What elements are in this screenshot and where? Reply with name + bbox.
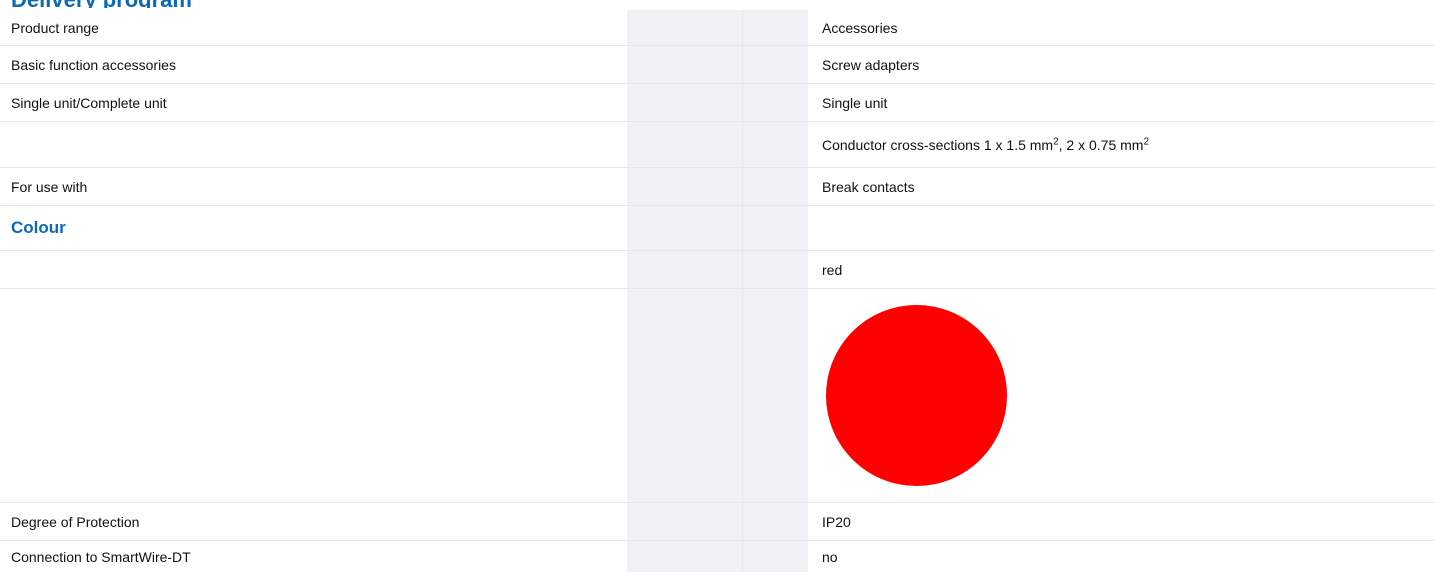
table-row-basic-function: Basic function accessories Screw adapter… (0, 46, 1435, 84)
gray-column (627, 10, 742, 45)
gray-column (742, 84, 808, 121)
table-row-colour-swatch (0, 289, 1435, 503)
row-value: Accessories (822, 19, 898, 36)
section-title-delivery-program: Delivery program (11, 0, 192, 8)
row-value: Screw adapters (822, 56, 920, 73)
gray-column (742, 251, 808, 288)
row-label: Connection to SmartWire-DT (11, 548, 191, 565)
gray-column (742, 122, 808, 167)
gray-column (742, 503, 808, 540)
row-value: Single unit (822, 94, 888, 111)
table-row-colour-name: red (0, 251, 1435, 289)
gray-column (742, 289, 808, 502)
row-label: For use with (11, 178, 88, 195)
row-value-conductor-cross-sections: Conductor cross-sections 1 x 1.5 mm 2, 2 … (808, 136, 1435, 154)
row-value: no (822, 548, 838, 565)
table-row-degree-of-protection: Degree of Protection IP20 (0, 503, 1435, 541)
colour-swatch-cell (808, 305, 1435, 486)
superscript: 2 (1143, 135, 1150, 147)
table-row-product-range: Product range Accessories (0, 10, 1435, 46)
section-header-colour: Colour (0, 206, 1435, 251)
gray-column (627, 46, 742, 83)
gray-column (742, 10, 808, 45)
colour-section-title: Colour (11, 218, 66, 237)
row-label: Single unit/Complete unit (11, 94, 167, 111)
gray-column (627, 84, 742, 121)
gray-column (627, 289, 742, 502)
table-row-for-use-with: For use with Break contacts (0, 168, 1435, 206)
product-spec-page: Delivery program Product range Accessori… (0, 0, 1435, 576)
gray-column (742, 46, 808, 83)
table-row-smartwire-connection: Connection to SmartWire-DT no (0, 541, 1435, 572)
value-text: Conductor cross-sections 1 x 1.5 mm (822, 136, 1054, 153)
gray-column (627, 122, 742, 167)
table-row-single-complete-unit: Single unit/Complete unit Single unit (0, 84, 1435, 122)
gray-column (742, 168, 808, 205)
gray-column (627, 503, 742, 540)
table-row-conductor-cross-sections: Conductor cross-sections 1 x 1.5 mm 2, 2 … (0, 122, 1435, 168)
row-value: Break contacts (822, 178, 915, 195)
colour-value: red (822, 261, 843, 278)
gray-column (742, 206, 808, 250)
row-label: Basic function accessories (11, 56, 176, 73)
gray-column (627, 168, 742, 205)
row-value: IP20 (822, 513, 851, 530)
row-label: Product range (11, 19, 99, 36)
gray-column (627, 206, 742, 250)
colour-swatch-circle (826, 305, 1007, 486)
row-label: Degree of Protection (11, 513, 140, 530)
value-text: , 2 x 0.75 mm (1058, 136, 1144, 153)
swatch-wrap (822, 305, 1435, 486)
gray-column (742, 541, 808, 572)
gray-column (627, 541, 742, 572)
gray-column (627, 251, 742, 288)
spec-table: Product range Accessories Basic function… (0, 10, 1435, 572)
